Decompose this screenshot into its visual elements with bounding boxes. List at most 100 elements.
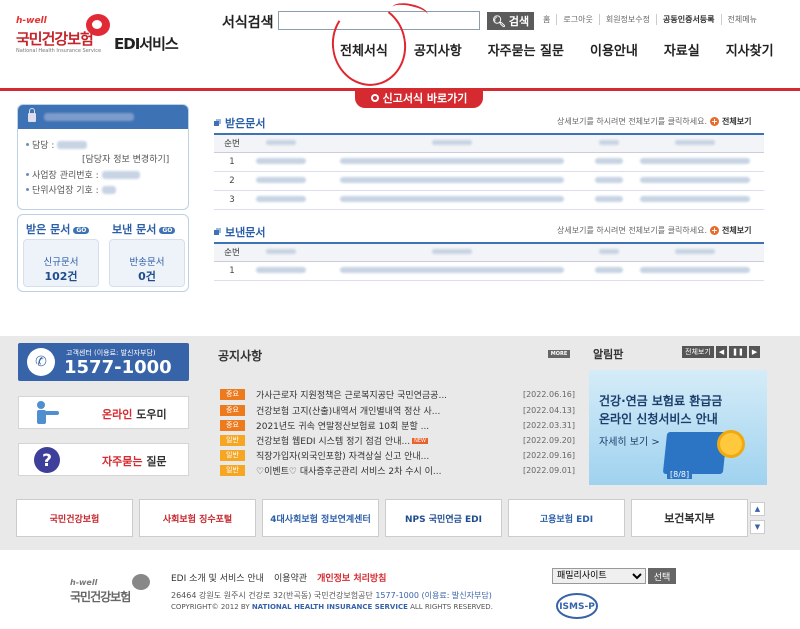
banner-nps-edi[interactable]: NPS 국민연금 EDI	[385, 499, 502, 537]
change-manager-link[interactable]: [담당자 정보 변경하기]	[82, 152, 188, 167]
nhis-logo[interactable]: h-well 국민건강보험 National Health Insurance …	[16, 14, 191, 60]
notices-more-button[interactable]: MORE	[548, 350, 570, 358]
column-header	[592, 134, 626, 153]
sent-table: 순번 1	[214, 242, 764, 281]
family-site-select[interactable]: 패밀리사이트	[552, 568, 646, 584]
prev-icon[interactable]: ◀	[715, 346, 728, 358]
table-row[interactable]: 1	[214, 152, 764, 172]
top-link-home[interactable]: 홈	[543, 14, 556, 25]
family-site-button[interactable]: 선택	[648, 568, 676, 584]
bulletin-view-all[interactable]: 전체보기	[682, 346, 714, 358]
user-info-panel: 담당 : [담당자 정보 변경하기] 사업장 관리번호 : 단위사업장 기호 :	[17, 104, 189, 210]
up-arrow-icon[interactable]: ▲	[750, 502, 765, 516]
redacted-cell	[256, 267, 306, 273]
received-view-all[interactable]: 전체보기	[722, 116, 751, 127]
received-count-card[interactable]: 받은 문서 GO 신규문서 102건	[18, 215, 104, 293]
promo-more-link[interactable]: 자세히 보기 >	[599, 433, 660, 448]
notice-title: ♡이벤트♡ 대사증후군관리 서비스 2차 수시 이...	[256, 467, 442, 477]
top-link-all-menu[interactable]: 전체메뉴	[720, 14, 763, 25]
banner-nhis[interactable]: 국민건강보험	[16, 499, 133, 537]
notice-item[interactable]: 일반 건강보험 웹EDI 시스템 정기 점검 안내... NEW [2022.09.2…	[220, 433, 575, 448]
redacted-cell	[340, 177, 564, 183]
redacted-cell	[639, 177, 751, 183]
bulletin-promo[interactable]: 건강·연금 보험료 환급금 온라인 신청서비스 안내 자세히 보기 > [8/8…	[589, 370, 767, 485]
banner-social-insurance-portal[interactable]: 사회보험 징수포털	[139, 499, 256, 537]
redacted-cell	[639, 196, 751, 202]
footer-copyright: COPYRIGHT© 2012 BY NATIONAL HEALTH INSUR…	[171, 603, 493, 611]
nav-faq[interactable]: 자주묻는 질문	[488, 40, 564, 59]
cell	[250, 171, 312, 191]
online-helper-prefix: 온라인	[102, 408, 133, 421]
unit-row: 단위사업장 기호 :	[26, 182, 188, 197]
search-button-label: 검색	[508, 15, 530, 28]
footer-link-terms[interactable]: 이용약관	[274, 571, 307, 584]
copyright-suffix: ALL RIGHTS RESERVED.	[407, 603, 493, 611]
top-link-member-edit[interactable]: 회원정보수정	[598, 14, 656, 25]
column-no: 순번	[214, 134, 250, 153]
copyright-prefix: COPYRIGHT© 2012 BY	[171, 603, 252, 611]
footer-links: EDI 소개 및 서비스 안내 이용약관 개인정보 처리방침	[171, 571, 386, 584]
search-label: 서식검색	[222, 15, 274, 31]
received-count-box: 신규문서 102건	[23, 239, 99, 287]
faq-button[interactable]: ? 자주묻는 질문	[18, 443, 189, 476]
footer-link-intro[interactable]: EDI 소개 및 서비스 안내	[171, 571, 264, 584]
banner-mohw[interactable]: 보건복지부	[631, 499, 748, 537]
nav-notices[interactable]: 공지사항	[414, 40, 462, 59]
bulletin-controls: 전체보기 ◀ ❚❚ ▶	[682, 346, 761, 358]
redacted-header	[432, 140, 472, 146]
banner-employment-edi[interactable]: 고용보험 EDI	[508, 499, 625, 537]
question-icon: ?	[34, 447, 60, 473]
promo-page-indicator: [8/8]	[667, 470, 693, 479]
sent-count-card[interactable]: 보낸 문서 GO 반송문서 0건	[104, 215, 190, 293]
promo-line-1: 건강·연금 보험료 환급금	[599, 394, 723, 408]
table-header: 순번	[214, 243, 764, 262]
received-hint-text: 상세보기를 하시려면 전체보기를 클릭하세요.	[557, 117, 708, 126]
pause-icon[interactable]: ❚❚	[729, 346, 747, 358]
top-link-cert-register[interactable]: 공동인증서등록	[656, 14, 721, 25]
redacted-company-name	[44, 113, 134, 121]
sent-count-label: 반송문서	[129, 257, 165, 268]
banner-label: 국민건강보험	[49, 514, 100, 525]
down-arrow-icon[interactable]: ▼	[750, 520, 765, 534]
promo-line-2: 온라인 신청서비스 안내	[599, 412, 718, 426]
notice-item[interactable]: 중요 건강보험 고지(산출)내역서 개인별내역 정산 사... [2022.04.1…	[220, 403, 575, 418]
sent-view-all[interactable]: 전체보기	[722, 225, 751, 236]
notice-item[interactable]: 중요 2021년도 귀속 연말정산보험료 10회 분할 ... [2022.03.3…	[220, 418, 575, 433]
search-button[interactable]: 🔍︎ 검색	[487, 12, 534, 30]
notice-date: [2022.03.31]	[522, 421, 575, 430]
online-helper-button[interactable]: 온라인 도우미	[18, 396, 189, 429]
notice-item[interactable]: 일반 직장가입자(외국인포함) 자격상실 신고 안내... [2022.09.16]	[220, 448, 575, 463]
user-info-header	[18, 105, 188, 129]
new-badge: NEW	[412, 437, 428, 444]
cell	[312, 190, 592, 210]
call-center-banner[interactable]: ✆ 고객센터 (이용료: 발신자부담) 1577-1000	[18, 343, 189, 381]
nav-library[interactable]: 자료실	[664, 40, 700, 59]
received-section-title: 받은문서	[214, 115, 265, 131]
top-link-logout[interactable]: 로그아웃	[556, 14, 598, 25]
quick-forms-button[interactable]: 신고서식 바로가기	[355, 88, 483, 108]
nav-guide[interactable]: 이용안내	[590, 40, 638, 59]
footer-link-privacy[interactable]: 개인정보 처리방침	[317, 571, 386, 584]
notice-item[interactable]: 중요 가사근로자 지원정책은 근로복지공단 국민연금공... [2022.06.16…	[220, 387, 575, 402]
banner-4insure[interactable]: 4대사회보험 정보연계센터	[262, 499, 379, 537]
table-row[interactable]: 2	[214, 171, 764, 191]
go-badge[interactable]: GO	[159, 226, 176, 234]
table-row[interactable]: 3	[214, 190, 764, 210]
cell	[312, 261, 592, 281]
column-no: 순번	[214, 243, 250, 262]
plus-icon[interactable]: +	[710, 117, 720, 126]
go-badge[interactable]: GO	[73, 226, 90, 234]
call-center-number: 1577-1000	[64, 357, 172, 378]
nav-branch-finder[interactable]: 지사찾기	[726, 40, 774, 59]
redacted-cell	[639, 267, 751, 273]
notice-item[interactable]: 일반 ♡이벤트♡ 대사증후군관리 서비스 2차 수시 이... [2022.09.0…	[220, 463, 575, 478]
lock-icon	[28, 107, 36, 122]
table-row[interactable]: 1	[214, 261, 764, 281]
table-header: 순번	[214, 134, 764, 153]
footer-logo-hwell: h-well	[70, 578, 98, 587]
cell	[250, 152, 312, 172]
footer-address-text: 26464 강원도 원주시 건강로 32(반곡동) 국민건강보험공단	[171, 591, 373, 600]
redacted-cell	[340, 267, 564, 273]
plus-icon[interactable]: +	[710, 226, 720, 235]
next-icon[interactable]: ▶	[748, 346, 761, 358]
